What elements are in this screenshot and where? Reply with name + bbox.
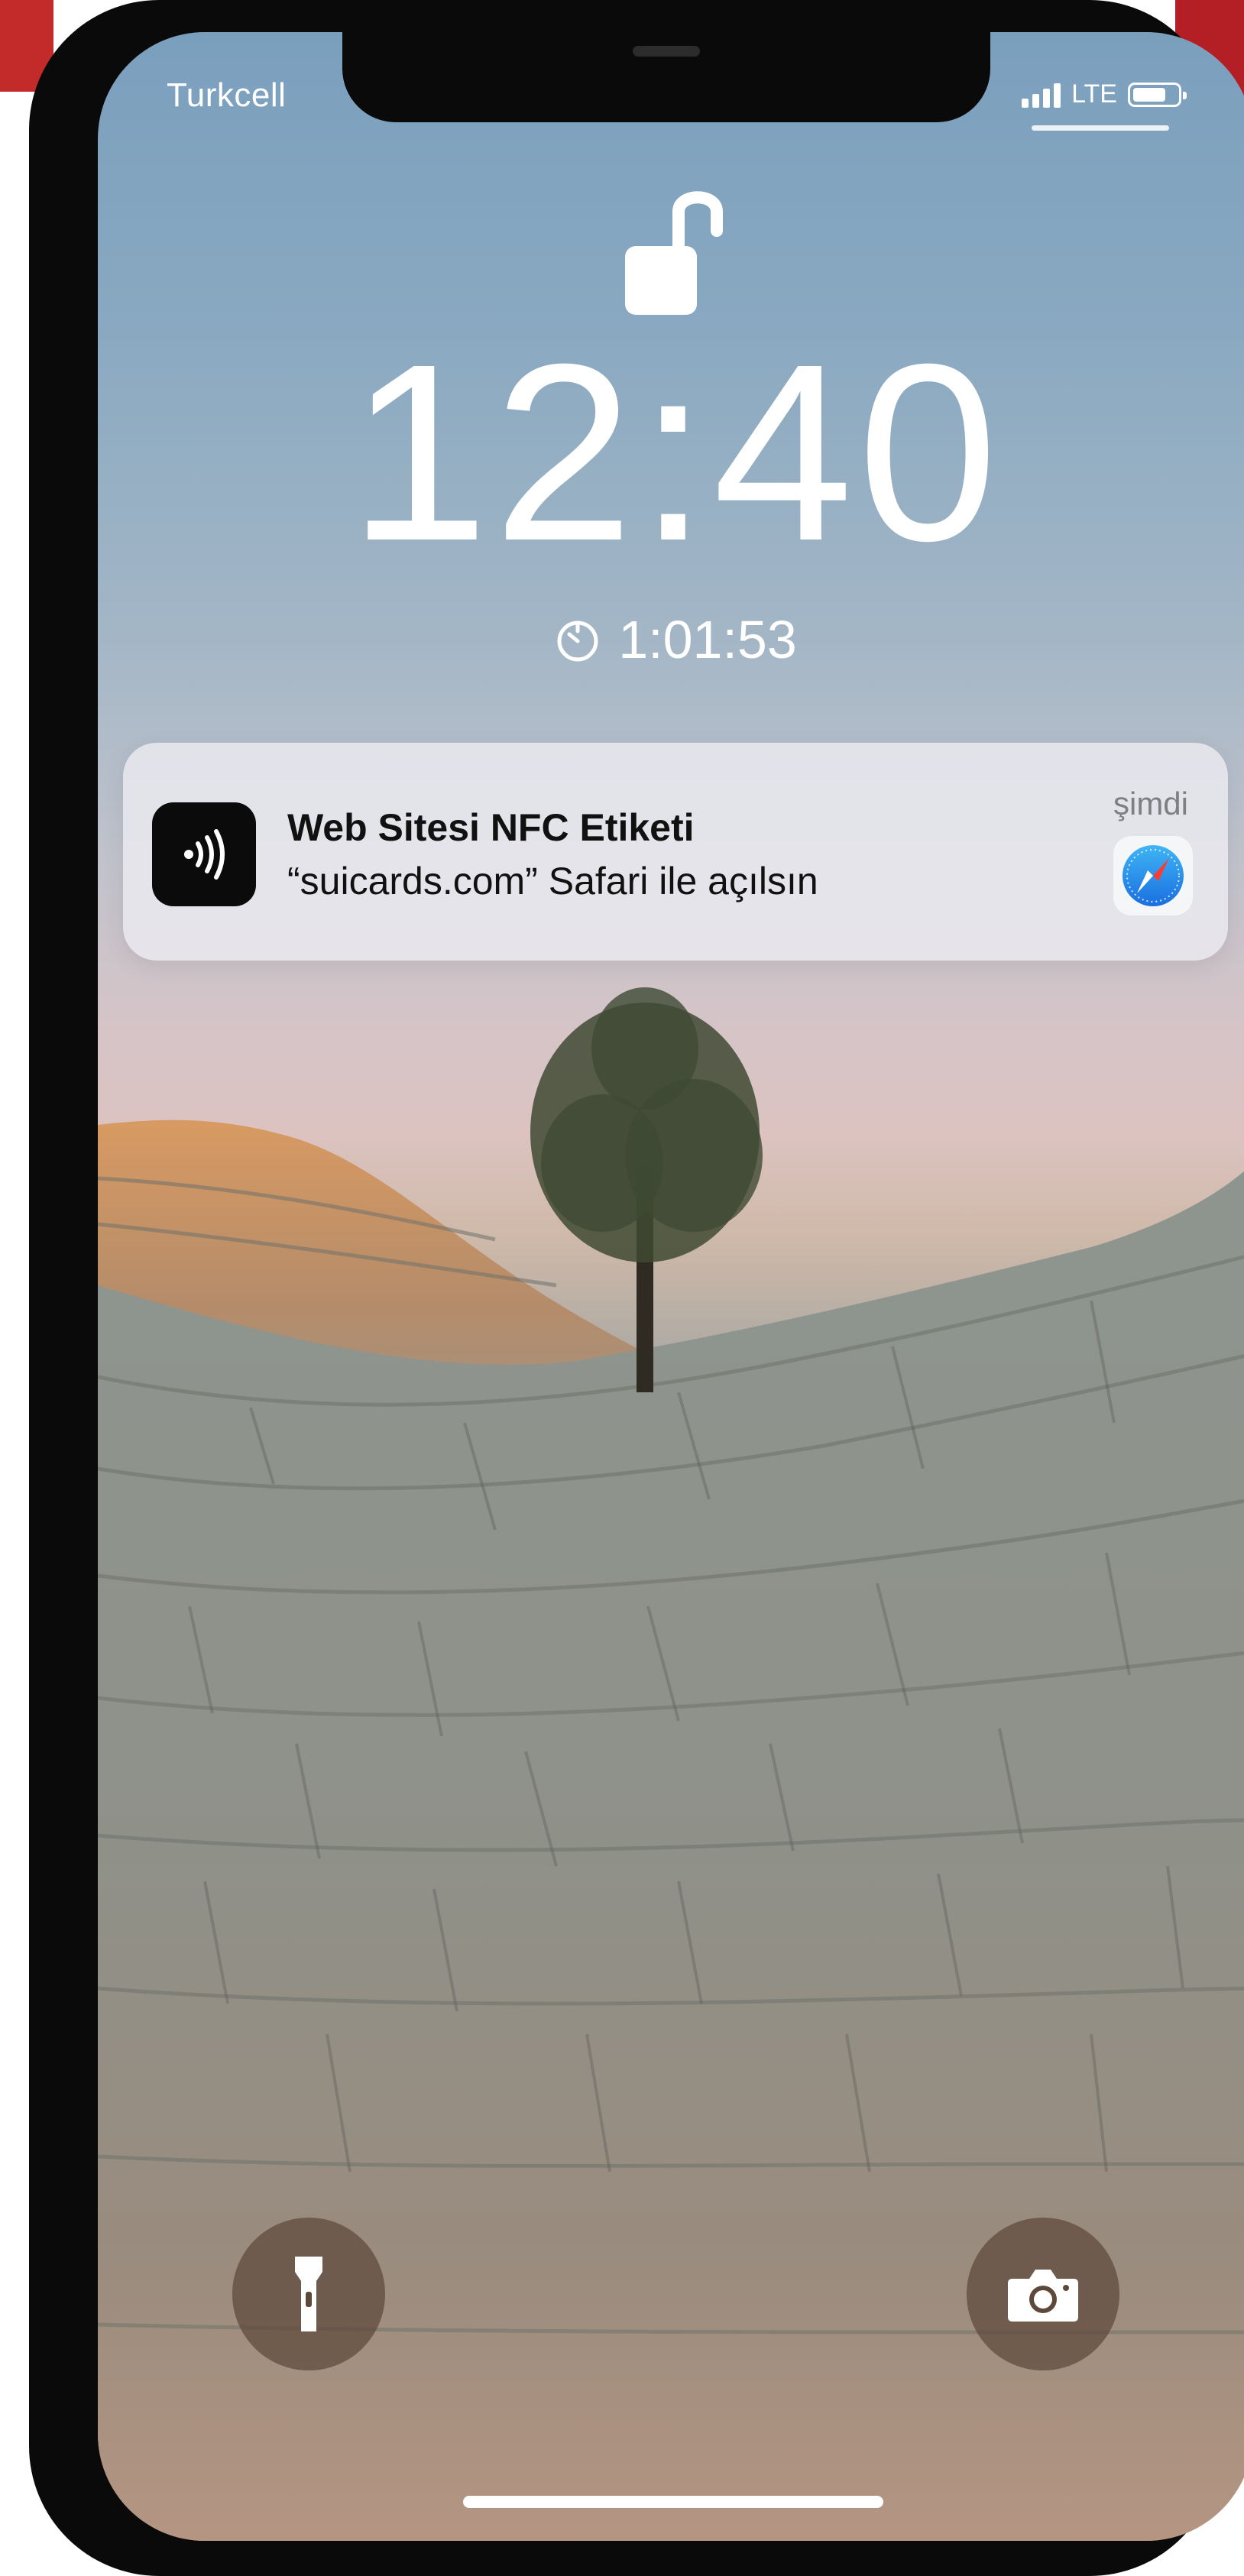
lock-time: 12:40 (348, 311, 1003, 593)
unlocked-padlock-icon (625, 191, 723, 315)
notch (342, 32, 990, 122)
signal-icon (1022, 82, 1061, 108)
nfc-icon (152, 802, 256, 906)
timer-icon (557, 621, 598, 662)
carrier-name: Turkcell (167, 76, 287, 114)
lock-screen: Turkcell LTE 12:40 1:01:53 Web Sitesi NF… (98, 32, 1244, 2541)
network-type: LTE (1071, 79, 1117, 109)
safari-icon[interactable] (1113, 836, 1193, 915)
notification-body: “suicards.com” Safari ile açılsın (287, 860, 818, 902)
camera-icon (1008, 2270, 1078, 2322)
flashlight-button[interactable] (232, 2218, 385, 2370)
home-indicator[interactable] (463, 2496, 883, 2508)
timer-row: 1:01:53 (98, 609, 1244, 670)
phone-frame: Turkcell LTE 12:40 1:01:53 Web Sitesi NF… (29, 0, 1244, 2576)
timer-value: 1:01:53 (618, 610, 797, 669)
flashlight-icon (295, 2257, 322, 2331)
speaker-grille (633, 46, 700, 57)
notification-title: Web Sitesi NFC Etiketi (287, 806, 695, 849)
camera-button[interactable] (967, 2218, 1119, 2370)
nfc-notification[interactable]: Web Sitesi NFC Etiketi “suicards.com” Sa… (123, 743, 1228, 961)
battery-icon (1128, 82, 1187, 107)
control-center-indicator[interactable] (1032, 125, 1169, 131)
stage: Turkcell LTE 12:40 1:01:53 Web Sitesi NF… (0, 0, 1244, 2576)
status-indicators: LTE (1022, 79, 1187, 109)
notification-timestamp: şimdi (1113, 786, 1188, 821)
